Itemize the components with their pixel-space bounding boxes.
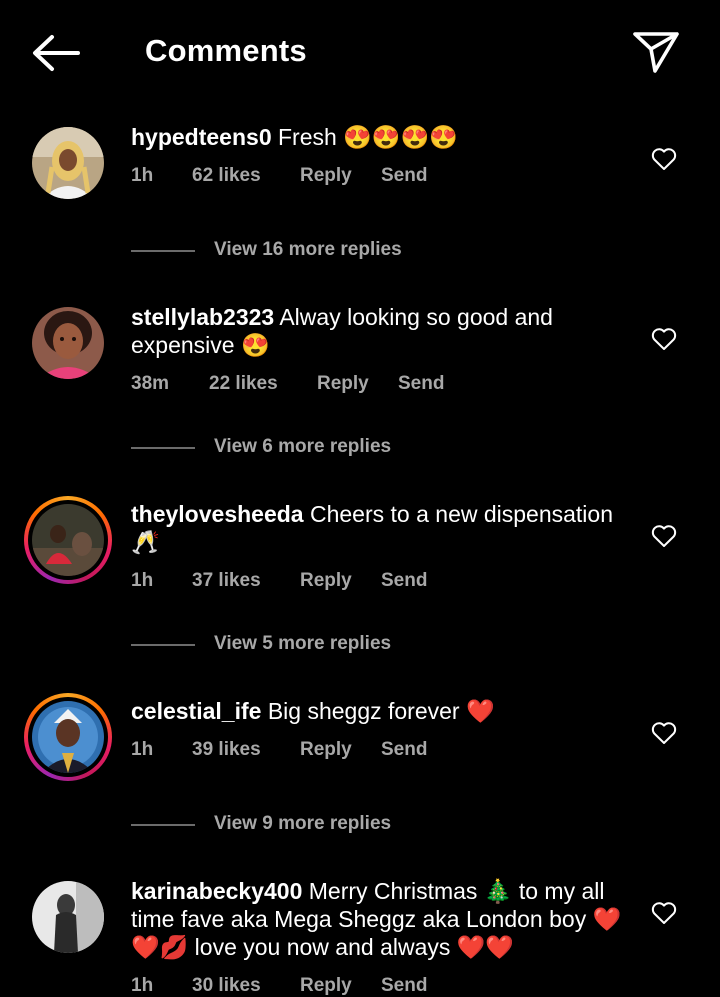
divider-line bbox=[131, 447, 195, 449]
comment-username[interactable]: karinabecky400 bbox=[131, 878, 302, 904]
comment-text: celestial_ife Big sheggz forever ❤️ bbox=[131, 697, 631, 725]
comment-text: karinabecky400 Merry Christmas 🎄 to my a… bbox=[131, 877, 631, 961]
send-button[interactable]: Send bbox=[381, 739, 427, 761]
heart-icon[interactable] bbox=[651, 901, 677, 925]
view-more-replies-label[interactable]: View 16 more replies bbox=[214, 239, 402, 261]
back-arrow-icon[interactable] bbox=[30, 32, 82, 74]
avatar[interactable] bbox=[32, 307, 104, 379]
comment-time: 1h bbox=[131, 570, 154, 591]
comment-username[interactable]: theylovesheeda bbox=[131, 501, 304, 527]
page-title: Comments bbox=[145, 33, 307, 68]
divider-line bbox=[131, 824, 195, 826]
comment-username[interactable]: hypedteens0 bbox=[131, 124, 272, 150]
comment-time: 1h bbox=[131, 165, 154, 186]
reply-button[interactable]: Reply bbox=[300, 739, 352, 761]
view-more-replies-label[interactable]: View 6 more replies bbox=[214, 436, 391, 458]
reply-button[interactable]: Reply bbox=[300, 570, 352, 592]
avatar[interactable] bbox=[32, 881, 104, 953]
heart-icon[interactable] bbox=[651, 721, 677, 745]
comment-body: Big sheggz forever ❤️ bbox=[267, 698, 495, 724]
comment-body: Fresh 😍😍😍😍 bbox=[278, 124, 458, 150]
likes-count[interactable]: 30 likes bbox=[192, 975, 261, 997]
heart-icon[interactable] bbox=[651, 327, 677, 351]
send-button[interactable]: Send bbox=[381, 165, 427, 187]
divider-line bbox=[131, 644, 195, 646]
view-more-replies-label[interactable]: View 5 more replies bbox=[214, 633, 391, 655]
heart-icon[interactable] bbox=[651, 147, 677, 171]
likes-count[interactable]: 22 likes bbox=[209, 373, 278, 395]
send-button[interactable]: Send bbox=[381, 570, 427, 592]
avatar[interactable] bbox=[32, 701, 104, 773]
comment-time: 38m bbox=[131, 373, 170, 394]
reply-button[interactable]: Reply bbox=[300, 165, 352, 187]
send-button[interactable]: Send bbox=[398, 373, 444, 395]
heart-icon[interactable] bbox=[651, 524, 677, 548]
comment-username[interactable]: stellylab2323 bbox=[131, 304, 274, 330]
comment-time: 1h bbox=[131, 975, 154, 996]
comment-time: 1h bbox=[131, 739, 154, 760]
divider-line bbox=[131, 250, 195, 252]
reply-button[interactable]: Reply bbox=[317, 373, 369, 395]
story-ring[interactable] bbox=[24, 693, 112, 781]
comment-username[interactable]: celestial_ife bbox=[131, 698, 261, 724]
comment-text: stellylab2323 Alway looking so good and … bbox=[131, 303, 631, 359]
comment-text: hypedteens0 Fresh 😍😍😍😍 bbox=[131, 123, 631, 151]
avatar[interactable] bbox=[32, 504, 104, 576]
share-send-icon[interactable] bbox=[630, 28, 682, 76]
likes-count[interactable]: 37 likes bbox=[192, 570, 261, 592]
send-button[interactable]: Send bbox=[381, 975, 427, 997]
header-bar: Comments bbox=[0, 0, 720, 105]
likes-count[interactable]: 62 likes bbox=[192, 165, 261, 187]
comment-text: theylovesheeda Cheers to a new dispensat… bbox=[131, 500, 631, 556]
story-ring[interactable] bbox=[24, 496, 112, 584]
reply-button[interactable]: Reply bbox=[300, 975, 352, 997]
likes-count[interactable]: 39 likes bbox=[192, 739, 261, 761]
avatar[interactable] bbox=[32, 127, 104, 199]
view-more-replies-label[interactable]: View 9 more replies bbox=[214, 813, 391, 835]
